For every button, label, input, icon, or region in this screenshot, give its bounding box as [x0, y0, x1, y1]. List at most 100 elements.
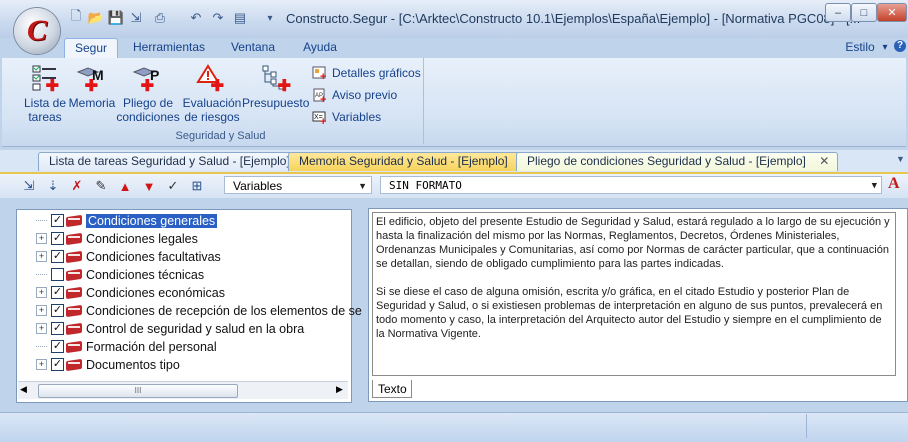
presupuesto-button[interactable]: ✚ Presupuesto [242, 64, 310, 110]
tree-checkbox[interactable]: ✓ [51, 340, 64, 353]
tab-herramientas[interactable]: Herramientas [124, 38, 214, 58]
doc-tab-lista-tareas[interactable]: Lista de tareas Seguridad y Salud - [Eje… [38, 152, 292, 171]
customize-qat-icon[interactable]: ▾ [262, 10, 278, 26]
variables-icon: X= + [312, 110, 328, 128]
status-divider [806, 414, 807, 438]
tree-checkbox[interactable]: ✓ [51, 214, 64, 227]
tree-item-label: Condiciones legales [86, 231, 198, 246]
ribbon-label: condiciones [116, 110, 180, 124]
move-up-icon[interactable]: ▲ [116, 177, 134, 195]
pliego-button[interactable]: P ✚ Pliego de condiciones [116, 64, 180, 124]
expand-icon[interactable]: + [36, 323, 47, 334]
export-icon[interactable]: ⇲ [128, 10, 144, 26]
tree-item[interactable]: + ✓ Condiciones facultativas [36, 248, 221, 265]
aviso-previo-label: Aviso previo [332, 88, 398, 102]
delete-item-icon[interactable]: ✗ [68, 177, 86, 195]
maximize-button[interactable]: □ [851, 3, 877, 22]
book-icon [66, 341, 82, 353]
redo-icon[interactable]: ↷ [210, 10, 226, 26]
scroll-right-icon[interactable]: ▶ [336, 384, 343, 395]
tree-item[interactable]: + ✓ Control de seguridad y salud en la obr… [36, 320, 304, 337]
tree-item[interactable]: ✓ Condiciones generales [36, 212, 218, 229]
book-icon [66, 269, 82, 281]
aviso-previo-button[interactable]: AP + Aviso previo [312, 86, 398, 106]
expand-icon[interactable]: + [36, 287, 47, 298]
tree-item-label: Condiciones facultativas [86, 249, 221, 264]
scroll-left-icon[interactable]: ◀ [20, 384, 27, 395]
tree-item[interactable]: + ✓ Condiciones de recepción de los elemen… [36, 302, 362, 319]
minimize-button[interactable]: ‒ [825, 3, 851, 22]
expand-icon[interactable]: + [36, 359, 47, 370]
tree-item[interactable]: + ✓ Condiciones legales [36, 230, 198, 247]
tree-item-label: Condiciones de recepción de los elemento… [86, 303, 362, 318]
estilo-menu[interactable]: Estilo [840, 38, 880, 58]
tree-checkbox[interactable]: ✓ [51, 250, 64, 263]
expand-icon[interactable]: + [36, 251, 47, 262]
close-button[interactable]: ✕ [877, 3, 907, 22]
tree-item[interactable]: Condiciones técnicas [36, 266, 204, 283]
detalles-graficos-button[interactable]: + Detalles gráficos [312, 64, 421, 83]
insert-chapter-icon[interactable]: ⇲ [20, 177, 38, 195]
new-document-icon[interactable]: 🗋 [68, 8, 84, 26]
tab-ayuda[interactable]: Ayuda [294, 38, 346, 58]
edit-item-icon[interactable]: ✎ [92, 177, 110, 195]
tree-horizontal-scrollbar[interactable]: ◀ III ▶ [18, 381, 348, 399]
memoria-button[interactable]: M ✚ Memoria [68, 64, 116, 110]
undo-icon[interactable]: ↶ [188, 10, 204, 26]
variables-combo[interactable]: Variables ▼ [224, 176, 372, 194]
tree-item[interactable]: ✓ Formación del personal [36, 338, 217, 355]
chevron-down-icon: ▼ [358, 181, 367, 191]
status-bar [0, 412, 908, 442]
tree-item[interactable]: + ✓ Documentos tipo [36, 356, 180, 373]
expand-icon[interactable]: + [36, 233, 47, 244]
tab-ventana[interactable]: Ventana [222, 38, 284, 58]
expand-icon[interactable]: + [36, 305, 47, 316]
format-combo[interactable]: SIN FORMATO ▼ [380, 176, 882, 194]
add-icon: ✚ [45, 78, 59, 95]
tree-checkbox[interactable]: ✓ [51, 304, 64, 317]
doc-tab-pliego[interactable]: Pliego de condiciones Seguridad y Salud … [516, 152, 838, 171]
expand-all-icon[interactable]: ⊞ [188, 177, 206, 195]
ribbon-label: Memoria [68, 96, 116, 110]
tree-checkbox[interactable] [51, 268, 64, 281]
svg-text:+: + [320, 71, 326, 81]
insert-subchapter-icon[interactable]: ⇣ [44, 177, 62, 195]
save-icon[interactable]: 💾 [108, 10, 124, 26]
scrollbar-thumb[interactable]: III [38, 384, 238, 398]
tab-texto[interactable]: Texto [372, 380, 412, 398]
tab-overflow-icon[interactable]: ▼ [896, 154, 905, 164]
close-tab-icon[interactable]: ✕ [819, 154, 829, 168]
tree-item[interactable]: + ✓ Condiciones económicas [36, 284, 225, 301]
doc-tab-memoria[interactable]: Memoria Seguridad y Salud - [Ejemplo] [288, 152, 520, 171]
print-icon[interactable]: ⎙ [152, 10, 168, 26]
ribbon-label: Presupuesto [242, 96, 310, 110]
window-list-icon[interactable]: ▤ [232, 10, 248, 26]
tree-checkbox[interactable]: ✓ [51, 322, 64, 335]
add-icon: ✚ [84, 78, 98, 95]
lista-tareas-button[interactable]: ✚ Lista de tareas [22, 64, 68, 124]
pliego-text-editor[interactable]: El edificio, objeto del presente Estudio… [372, 212, 896, 376]
tab-segur[interactable]: Segur [64, 38, 118, 59]
check-all-icon[interactable]: ✓ [164, 177, 182, 195]
tree-item-label: Documentos tipo [86, 357, 180, 372]
svg-text:+: + [320, 94, 326, 103]
tree-checkbox[interactable]: ✓ [51, 232, 64, 245]
notice-icon: AP + [312, 88, 328, 106]
app-menu-button[interactable]: C [14, 8, 60, 54]
doc-tab-pliego-label: Pliego de condiciones Seguridad y Salud … [527, 154, 806, 168]
svg-text:+: + [320, 116, 326, 125]
font-color-icon[interactable]: A [888, 175, 900, 193]
tree-checkbox[interactable]: ✓ [51, 358, 64, 371]
tree-checkbox[interactable]: ✓ [51, 286, 64, 299]
evaluacion-riesgos-button[interactable]: ✚ Evaluación de riesgos [182, 64, 242, 124]
pliego-icon: P ✚ [132, 64, 164, 95]
chevron-down-icon: ▼ [871, 181, 877, 191]
help-icon[interactable]: ? [894, 40, 906, 52]
tree-item-label: Condiciones generales [86, 213, 218, 228]
add-icon: ✚ [210, 78, 224, 95]
open-folder-icon[interactable]: 📂 [88, 10, 104, 26]
tree-connector [36, 346, 47, 347]
chevron-down-icon[interactable]: ▾ [880, 38, 890, 58]
variables-button[interactable]: X= + Variables [312, 108, 381, 128]
move-down-icon[interactable]: ▼ [140, 177, 158, 195]
